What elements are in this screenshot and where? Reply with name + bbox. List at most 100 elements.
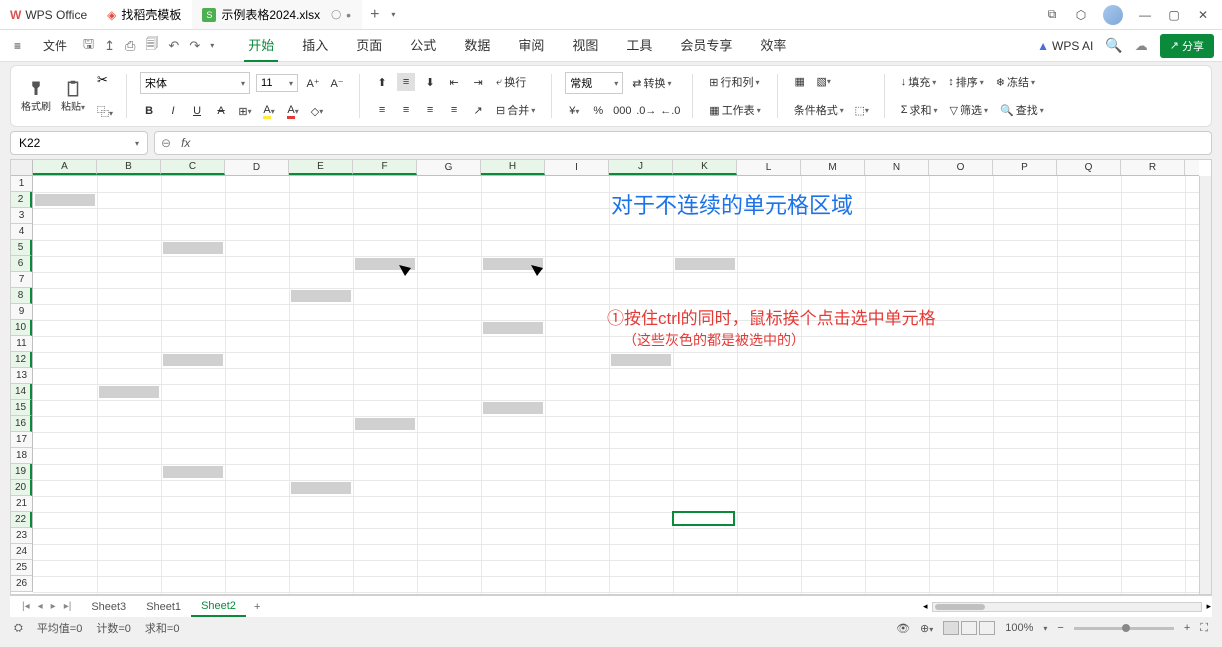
currency-icon[interactable]: ¥▾: [565, 102, 583, 120]
paste-button[interactable]: 粘贴▾: [59, 78, 87, 115]
tab-member[interactable]: 会员专享: [676, 29, 736, 62]
name-box[interactable]: K22 ▾: [10, 131, 148, 155]
close-button[interactable]: ✕: [1196, 8, 1210, 22]
table-style-icon[interactable]: ▦: [791, 72, 809, 90]
column-header[interactable]: Q: [1057, 160, 1121, 175]
selected-cell[interactable]: [291, 482, 351, 494]
column-header[interactable]: C: [161, 160, 225, 175]
save-icon[interactable]: 🖫: [83, 35, 94, 57]
fullscreen-icon[interactable]: ⛶: [1200, 622, 1208, 635]
file-menu[interactable]: 文件: [37, 34, 73, 57]
align-center-icon[interactable]: ≡: [397, 101, 415, 119]
tab-sync-icon[interactable]: ◯: [331, 9, 341, 20]
tab-efficiency[interactable]: 效率: [756, 29, 790, 62]
horizontal-scrollbar[interactable]: ◂ ▸: [932, 602, 1202, 612]
row-header[interactable]: 24: [11, 544, 32, 560]
multi-window-icon[interactable]: ⧉: [1045, 8, 1059, 22]
column-header[interactable]: M: [801, 160, 865, 175]
convert-button[interactable]: ⇄转换▾: [629, 73, 674, 93]
comma-icon[interactable]: 000: [613, 102, 631, 120]
align-middle-icon[interactable]: ≡: [397, 73, 415, 91]
column-header[interactable]: J: [609, 160, 673, 175]
selected-cell[interactable]: [163, 354, 223, 366]
tab-tools[interactable]: 工具: [622, 29, 656, 62]
cut-icon[interactable]: ✂: [97, 72, 108, 88]
tab-page[interactable]: 页面: [352, 29, 386, 62]
row-header[interactable]: 19: [11, 464, 32, 480]
tab-review[interactable]: 审阅: [514, 29, 548, 62]
active-cell[interactable]: [672, 511, 735, 526]
tab-view[interactable]: 视图: [568, 29, 602, 62]
font-size-select[interactable]: 11▾: [256, 74, 298, 92]
zoom-in-icon[interactable]: +: [1184, 622, 1190, 634]
add-tab-button[interactable]: +: [362, 6, 387, 24]
row-header[interactable]: 25: [11, 560, 32, 576]
row-header[interactable]: 15: [11, 400, 32, 416]
maximize-button[interactable]: ▢: [1167, 8, 1181, 22]
minimize-button[interactable]: —: [1138, 8, 1152, 22]
prev-sheet-icon[interactable]: ◂: [36, 601, 45, 612]
column-header[interactable]: L: [737, 160, 801, 175]
zoom-value[interactable]: 100%: [1005, 622, 1033, 634]
row-header[interactable]: 22: [11, 512, 32, 528]
align-top-icon[interactable]: ⬆: [373, 73, 391, 91]
export-icon[interactable]: ↥: [104, 38, 115, 54]
row-header[interactable]: 8: [11, 288, 32, 304]
font-color-button[interactable]: A▾: [284, 102, 302, 120]
selected-cell[interactable]: [611, 354, 671, 366]
find-button[interactable]: 🔍查找▾: [997, 100, 1047, 120]
eye-icon[interactable]: 👁: [896, 622, 910, 635]
column-header[interactable]: E: [289, 160, 353, 175]
sheet-tab[interactable]: Sheet1: [136, 598, 191, 616]
select-all-corner[interactable]: [11, 160, 33, 176]
selected-cell[interactable]: [163, 466, 223, 478]
column-header[interactable]: R: [1121, 160, 1185, 175]
row-header[interactable]: 21: [11, 496, 32, 512]
sum-button[interactable]: Σ求和▾: [898, 100, 941, 120]
selected-cell[interactable]: [35, 194, 95, 206]
row-header[interactable]: 23: [11, 528, 32, 544]
column-header[interactable]: A: [33, 160, 97, 175]
selected-cell[interactable]: [675, 258, 735, 270]
merge-button[interactable]: ⊟合并▾: [493, 100, 538, 120]
cube-icon[interactable]: ⬡: [1074, 8, 1088, 22]
column-header[interactable]: H: [481, 160, 545, 175]
align-justify-icon[interactable]: ≡: [445, 101, 463, 119]
row-header[interactable]: 11: [11, 336, 32, 352]
increase-font-icon[interactable]: A⁺: [304, 74, 322, 92]
align-right-icon[interactable]: ≡: [421, 101, 439, 119]
fill-color-button[interactable]: ◇▾: [308, 102, 326, 120]
row-header[interactable]: 14: [11, 384, 32, 400]
row-header[interactable]: 1: [11, 176, 32, 192]
column-header[interactable]: I: [545, 160, 609, 175]
row-header[interactable]: 5: [11, 240, 32, 256]
sheet-tab[interactable]: Sheet3: [81, 598, 136, 616]
wps-ai-button[interactable]: ▲ WPS AI: [1037, 39, 1093, 53]
selected-cell[interactable]: [483, 322, 543, 334]
highlight-button[interactable]: A▾: [260, 102, 278, 120]
center-icon[interactable]: ⊕▾: [920, 622, 933, 635]
row-header[interactable]: 13: [11, 368, 32, 384]
row-header[interactable]: 6: [11, 256, 32, 272]
settings-icon[interactable]: ⛭: [14, 622, 23, 635]
number-format-select[interactable]: 常规▾: [565, 72, 623, 94]
tab-workbook[interactable]: S 示例表格2024.xlsx ◯ •: [192, 0, 362, 29]
last-sheet-icon[interactable]: ▸|: [62, 601, 74, 612]
filter-button[interactable]: ▽筛选▾: [947, 100, 991, 120]
fill-button[interactable]: ↓填充▾: [898, 72, 940, 92]
row-header[interactable]: 7: [11, 272, 32, 288]
row-header[interactable]: 20: [11, 480, 32, 496]
row-header[interactable]: 26: [11, 576, 32, 592]
font-family-select[interactable]: 宋体▾: [140, 72, 250, 94]
crop-icon[interactable]: ⬚▾: [853, 101, 871, 119]
strike-button[interactable]: A: [212, 102, 230, 120]
selected-cell[interactable]: [163, 242, 223, 254]
column-header[interactable]: O: [929, 160, 993, 175]
share-button[interactable]: ↗ 分享: [1160, 34, 1214, 58]
tab-home[interactable]: 开始: [244, 29, 278, 62]
zoom-icon[interactable]: ⊖: [161, 136, 171, 150]
wrap-button[interactable]: ⤶换行: [493, 72, 529, 92]
sort-button[interactable]: ↕排序▾: [945, 72, 987, 92]
zoom-slider[interactable]: [1074, 627, 1174, 630]
user-avatar[interactable]: [1103, 5, 1123, 25]
